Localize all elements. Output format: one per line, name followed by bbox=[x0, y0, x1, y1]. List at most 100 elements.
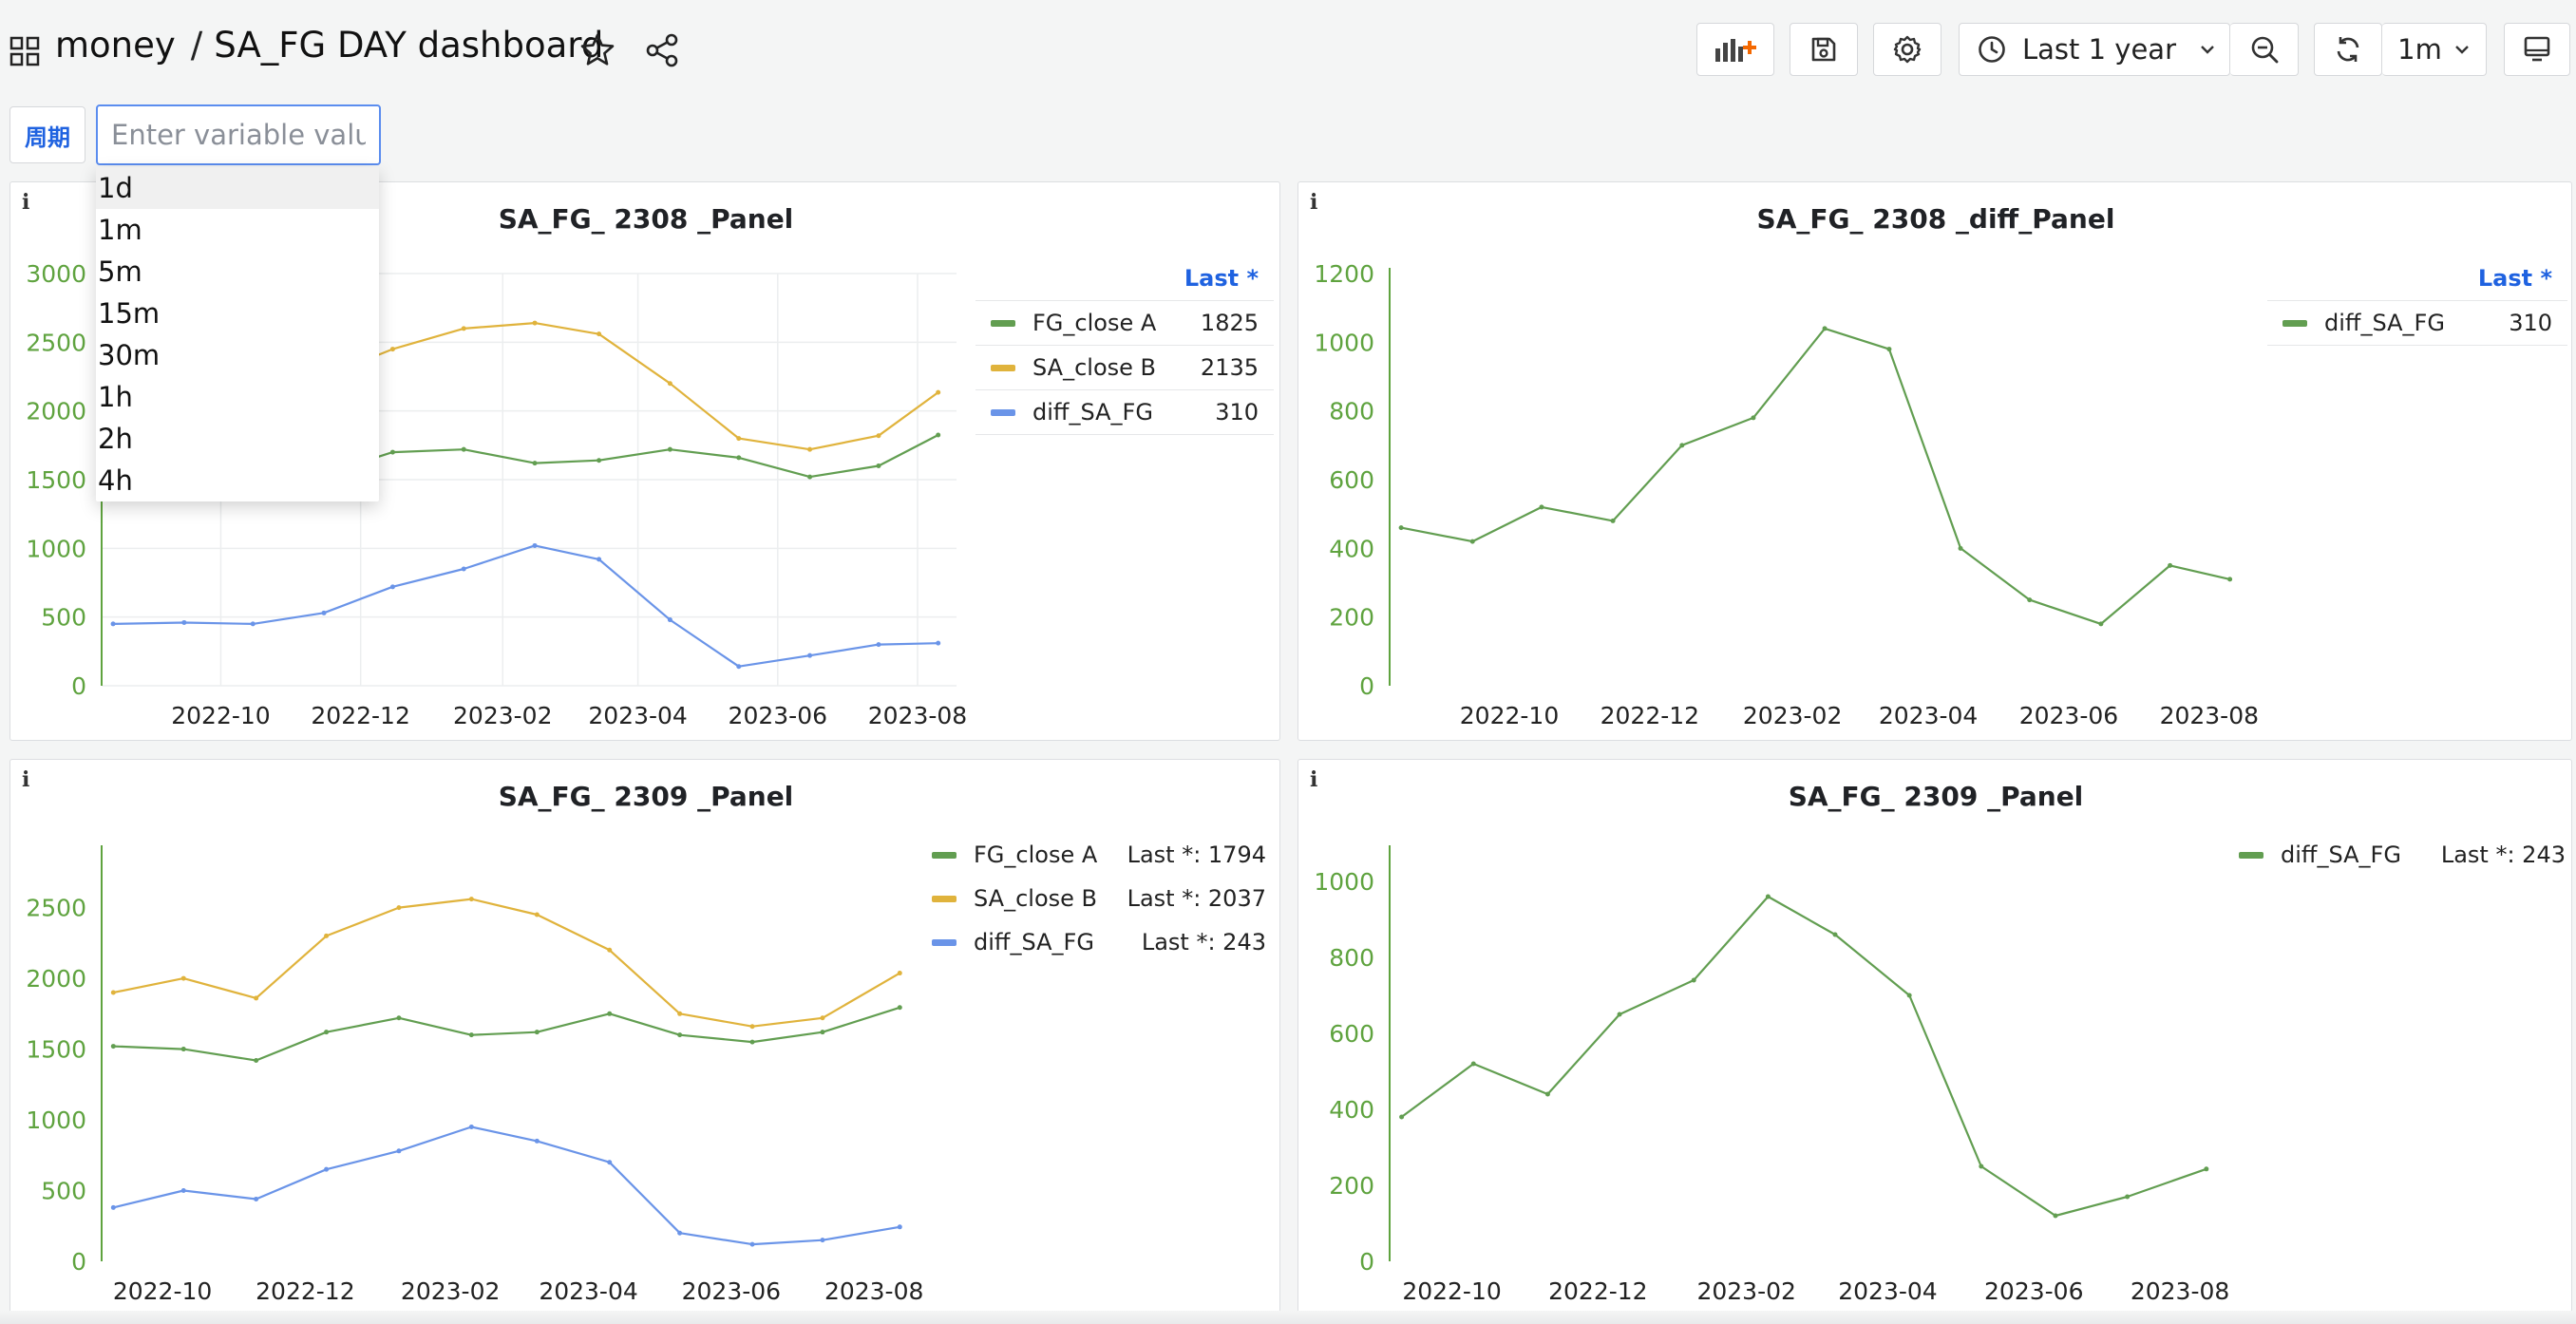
x-tick-label: 2023-06 bbox=[2019, 702, 2118, 729]
data-point bbox=[597, 331, 602, 337]
zoom-out-button[interactable] bbox=[2230, 23, 2299, 76]
breadcrumb-folder[interactable]: money bbox=[55, 25, 176, 66]
variable-value-input[interactable] bbox=[96, 104, 381, 165]
panel-sa-fg-2309-diff[interactable]: i SA_FG_ 2309 _Panel 0 200 400 600 800 1000 20… bbox=[1297, 759, 2572, 1313]
y-tick-label: 2500 bbox=[26, 895, 86, 922]
variable-option[interactable]: 30m bbox=[96, 334, 379, 376]
y-tick-label: 0 bbox=[71, 1248, 86, 1276]
variable-option[interactable]: 1d bbox=[96, 167, 379, 209]
legend-item[interactable]: diff_SA_FG 310 bbox=[975, 389, 1274, 435]
star-icon[interactable] bbox=[579, 32, 616, 68]
variable-option[interactable]: 4h bbox=[96, 460, 379, 501]
legend-series-value: Last *: 243 bbox=[1141, 929, 1266, 955]
legend-item[interactable]: SA_close B Last *: 2037 bbox=[932, 877, 1266, 920]
legend-header-last[interactable]: Last * bbox=[2267, 256, 2567, 300]
data-point bbox=[677, 1011, 683, 1016]
data-point bbox=[468, 897, 474, 902]
x-tick-label: 2023-08 bbox=[824, 1277, 923, 1305]
add-panel-button[interactable] bbox=[1696, 23, 1774, 76]
legend-item[interactable]: diff_SA_FG 310 bbox=[2267, 300, 2567, 346]
legend-series-value: Last *: 2037 bbox=[1127, 885, 1266, 912]
series-line[interactable] bbox=[1400, 327, 2230, 625]
data-point bbox=[1886, 347, 1892, 352]
data-point bbox=[2125, 1194, 2131, 1200]
data-point bbox=[2168, 562, 2173, 568]
data-point bbox=[1822, 326, 1828, 331]
variable-option[interactable]: 1m bbox=[96, 209, 379, 251]
x-tick-label: 2022-10 bbox=[1460, 702, 1559, 729]
legend-swatch bbox=[932, 851, 957, 859]
refresh-button[interactable] bbox=[2314, 23, 2382, 76]
panel-legend: diff_SA_FG Last *: 243 bbox=[2239, 833, 2566, 877]
data-point bbox=[534, 1030, 540, 1035]
legend-item[interactable]: FG_close A Last *: 1794 bbox=[932, 833, 1266, 877]
panel-sa-fg-2308-diff[interactable]: i SA_FG_ 2308 _diff_Panel 0 200 400 600 800 1… bbox=[1297, 181, 2572, 741]
data-point bbox=[110, 1204, 116, 1210]
save-icon bbox=[1811, 37, 1836, 62]
data-point bbox=[389, 584, 395, 590]
panel-legend: Last * diff_SA_FG 310 bbox=[2267, 256, 2567, 346]
data-point bbox=[461, 326, 466, 331]
refresh-icon bbox=[2337, 37, 2359, 62]
data-point bbox=[254, 995, 259, 1001]
share-icon[interactable] bbox=[644, 32, 680, 68]
legend-item[interactable]: SA_close B 2135 bbox=[975, 345, 1274, 389]
variable-option[interactable]: 1h bbox=[96, 376, 379, 418]
clock-icon bbox=[1979, 36, 2005, 63]
data-point bbox=[324, 933, 330, 938]
data-point bbox=[396, 1148, 402, 1154]
y-tick-label: 1000 bbox=[26, 1106, 86, 1134]
data-point bbox=[1979, 1163, 1984, 1169]
series-line[interactable] bbox=[113, 544, 938, 668]
y-tick-label: 600 bbox=[1329, 1020, 1374, 1048]
data-point bbox=[254, 1196, 259, 1201]
legend-swatch bbox=[991, 319, 1015, 327]
data-point bbox=[532, 320, 538, 326]
data-point bbox=[181, 619, 187, 625]
top-bar: money / SA_FG DAY dashboard Last 1 year … bbox=[0, 0, 2576, 101]
data-point bbox=[807, 446, 813, 452]
save-dashboard-button[interactable] bbox=[1790, 23, 1858, 76]
data-point bbox=[597, 458, 602, 463]
series-line[interactable] bbox=[1400, 895, 2207, 1218]
data-point bbox=[936, 389, 941, 395]
y-tick-label: 0 bbox=[1359, 1248, 1374, 1276]
y-tick-label: 1000 bbox=[26, 535, 86, 562]
legend-series-name: diff_SA_FG bbox=[974, 929, 1094, 955]
data-point bbox=[667, 446, 672, 452]
legend-item[interactable]: diff_SA_FG Last *: 243 bbox=[2239, 833, 2566, 877]
series-line[interactable] bbox=[113, 1006, 900, 1062]
panel-sa-fg-2309[interactable]: i SA_FG_ 2309 _Panel 0 500 1000 1500 2000 250… bbox=[9, 759, 1280, 1313]
data-point bbox=[1691, 977, 1696, 983]
y-tick-label: 2000 bbox=[26, 965, 86, 993]
series-line[interactable] bbox=[113, 1125, 900, 1246]
data-point bbox=[532, 461, 538, 466]
data-point bbox=[820, 1030, 825, 1035]
data-point bbox=[250, 621, 256, 627]
data-point bbox=[1832, 932, 1838, 937]
data-point bbox=[897, 1224, 902, 1230]
data-point bbox=[1958, 545, 1963, 551]
y-tick-label: 800 bbox=[1329, 398, 1374, 426]
gear-icon bbox=[1893, 35, 1922, 64]
legend-header-last[interactable]: Last * bbox=[975, 256, 1274, 300]
refresh-interval-picker[interactable]: 1m bbox=[2382, 23, 2487, 76]
variable-option[interactable]: 15m bbox=[96, 293, 379, 334]
legend-item[interactable]: diff_SA_FG Last *: 243 bbox=[932, 920, 1266, 964]
variable-option[interactable]: 5m bbox=[96, 251, 379, 293]
y-tick-label: 500 bbox=[41, 604, 86, 632]
x-tick-label: 2023-06 bbox=[682, 1277, 781, 1305]
kiosk-mode-button[interactable] bbox=[2504, 23, 2570, 76]
series-line[interactable] bbox=[113, 898, 900, 1028]
legend-swatch bbox=[2282, 319, 2307, 327]
apps-grid-icon[interactable] bbox=[9, 36, 40, 66]
settings-button[interactable] bbox=[1873, 23, 1941, 76]
variable-option[interactable]: 2h bbox=[96, 418, 379, 460]
x-tick-label: 2023-02 bbox=[401, 1277, 500, 1305]
x-tick-label: 2023-04 bbox=[1879, 702, 1978, 729]
time-range-picker[interactable]: Last 1 year bbox=[1959, 23, 2230, 76]
legend-swatch bbox=[991, 364, 1015, 371]
legend-item[interactable]: FG_close A 1825 bbox=[975, 300, 1274, 345]
dashboard-title[interactable]: SA_FG DAY dashboard bbox=[214, 25, 603, 66]
data-point bbox=[389, 347, 395, 352]
